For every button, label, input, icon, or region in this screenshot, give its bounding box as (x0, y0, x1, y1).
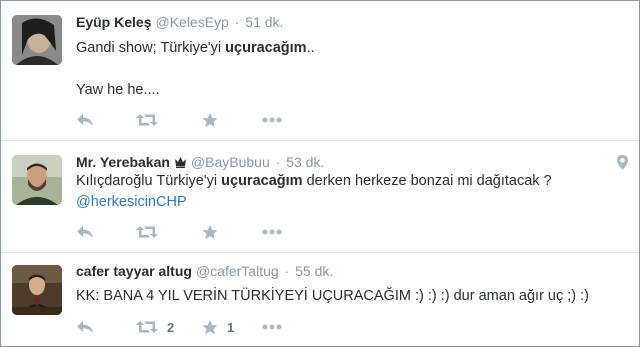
location-pin-icon[interactable] (617, 155, 628, 175)
tweet-item[interactable]: cafer tayyar altug @caferTaltug · 55 dk. … (1, 253, 639, 346)
tweet-text-part: Kılıçdaroğlu Türkiye'yi (76, 173, 222, 189)
favorite-button[interactable] (202, 110, 227, 130)
reply-button[interactable] (76, 110, 94, 130)
tweet-actions: 2 1 (76, 317, 316, 337)
favorite-button[interactable]: 1 (202, 317, 234, 337)
favorite-count: 1 (227, 319, 235, 335)
retweet-button[interactable] (136, 222, 167, 242)
separator: · (284, 263, 290, 279)
star-icon (202, 319, 218, 334)
more-button[interactable] (262, 317, 282, 337)
avatar[interactable] (12, 15, 62, 65)
username[interactable]: @KelesEyp (155, 14, 228, 30)
tweet-header: cafer tayyar altug @caferTaltug · 55 dk. (76, 262, 333, 280)
tweet-actions (76, 222, 316, 242)
star-icon (202, 112, 218, 127)
search-highlight: uçuracağım (221, 173, 303, 189)
tweet-text: KK: BANA 4 YIL VERİN TÜRKİYEYİ UÇURACAĞI… (76, 288, 590, 304)
display-name[interactable]: Eyüp Keleş (76, 14, 151, 30)
avatar[interactable] (12, 265, 62, 315)
tweet-text-line2: Yaw he he.... (76, 82, 160, 98)
favorite-button[interactable] (202, 222, 227, 242)
more-dots-icon (262, 229, 282, 235)
tweet-header: Mr. Yerebakan @BayBubuu · 53 dk. (76, 153, 324, 172)
tweet-text-part: .. (306, 40, 315, 56)
separator: · (275, 154, 281, 170)
retweet-count: 2 (167, 319, 175, 335)
reply-icon (77, 321, 93, 333)
more-button[interactable] (262, 222, 282, 242)
retweet-button[interactable] (136, 110, 167, 130)
username[interactable]: @BayBubuu (191, 154, 270, 170)
retweet-button[interactable]: 2 (136, 317, 174, 337)
separator: · (234, 14, 240, 30)
tweet-text-part: derken herkeze bonzai mi dağıtacak ? (302, 173, 552, 189)
tweet-item[interactable]: Mr. Yerebakan @BayBubuu · 53 dk. Kılıçdar… (1, 141, 639, 253)
display-name[interactable]: cafer tayyar altug (76, 263, 192, 279)
star-icon (202, 224, 218, 239)
retweet-icon (136, 114, 158, 126)
search-highlight: uçuracağım (225, 40, 307, 56)
timeline: Eyüp Keleş @KelesEyp · 51 dk. Gandi show;… (0, 0, 640, 347)
timestamp[interactable]: 51 dk. (245, 14, 283, 30)
tweet-text-part: Gandi show; Türkiye'yi (76, 40, 226, 56)
tweet-actions (76, 110, 316, 130)
username[interactable]: @caferTaltug (196, 263, 279, 279)
tweet-header: Eyüp Keleş @KelesEyp · 51 dk. (76, 13, 283, 31)
mention-link[interactable]: @herkesicinCHP (76, 193, 187, 212)
reply-button[interactable] (76, 222, 94, 242)
display-name[interactable]: Mr. Yerebakan (76, 154, 170, 170)
timestamp[interactable]: 55 dk. (295, 263, 333, 279)
timestamp[interactable]: 53 dk. (286, 154, 324, 170)
reply-icon (77, 226, 93, 238)
tweet-text: Kılıçdaroğlu Türkiye'yi uçuracağım derke… (76, 172, 552, 191)
tweet-text: Gandi show; Türkiye'yi uçuracağım.. (76, 39, 315, 58)
reply-icon (77, 114, 93, 126)
reply-button[interactable] (76, 317, 94, 337)
retweet-icon (136, 226, 158, 238)
more-button[interactable] (262, 110, 282, 130)
crown-badge-icon (174, 154, 187, 172)
retweet-icon (136, 321, 158, 333)
avatar[interactable] (12, 155, 62, 205)
more-dots-icon (262, 324, 282, 330)
tweet-item[interactable]: Eyüp Keleş @KelesEyp · 51 dk. Gandi show;… (1, 1, 639, 141)
more-dots-icon (262, 117, 282, 123)
